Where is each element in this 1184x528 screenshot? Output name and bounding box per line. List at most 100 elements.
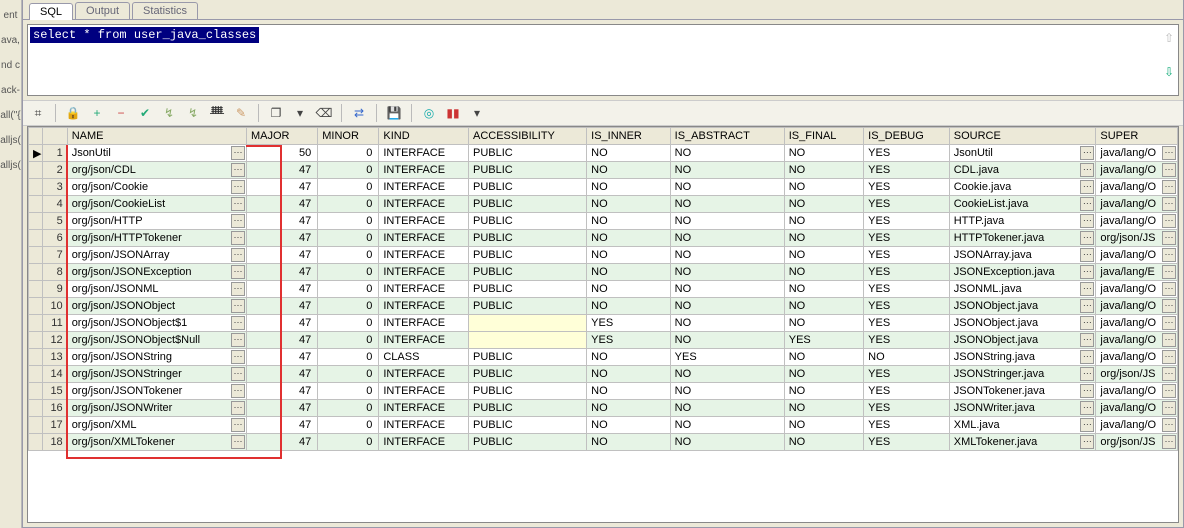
cell-is-abstract[interactable]: NO [670, 298, 784, 315]
cell-source[interactable]: JSONObject.java [949, 298, 1096, 315]
col-header-is_final[interactable]: IS_FINAL [784, 128, 863, 145]
cell-source[interactable]: JSONObject.java [949, 332, 1096, 349]
table-row[interactable]: 7org/json/JSONArray470INTERFACEPUBLICNON… [29, 247, 1178, 264]
grid-options-icon[interactable]: ⌗ [29, 104, 47, 122]
cell-source[interactable]: Cookie.java [949, 179, 1096, 196]
cell-name[interactable]: org/json/HTTPTokener [67, 230, 246, 247]
cell-source[interactable]: JSONObject.java [949, 315, 1096, 332]
cell-is-inner[interactable]: NO [587, 162, 671, 179]
cell-accessibility[interactable]: PUBLIC [468, 213, 586, 230]
cell-is-final[interactable]: NO [784, 383, 863, 400]
cell-major[interactable]: 47 [246, 196, 317, 213]
table-row[interactable]: 5org/json/HTTP470INTERFACEPUBLICNONONOYE… [29, 213, 1178, 230]
cell-source[interactable]: JSONTokener.java [949, 383, 1096, 400]
cell-source[interactable]: JSONArray.java [949, 247, 1096, 264]
save-icon[interactable]: 💾 [385, 104, 403, 122]
cell-is-inner[interactable]: NO [587, 281, 671, 298]
cell-kind[interactable]: INTERFACE [379, 196, 469, 213]
cell-minor[interactable]: 0 [318, 196, 379, 213]
cell-is-debug[interactable]: YES [864, 281, 950, 298]
cell-super[interactable]: org/json/JS [1096, 434, 1178, 451]
col-header-is_debug[interactable]: IS_DEBUG [864, 128, 950, 145]
cell-minor[interactable]: 0 [318, 230, 379, 247]
compare-icon[interactable]: ⇄ [350, 104, 368, 122]
cell-super[interactable]: java/lang/O [1096, 162, 1178, 179]
cell-is-final[interactable]: YES [784, 332, 863, 349]
cell-kind[interactable]: INTERFACE [379, 162, 469, 179]
cell-is-inner[interactable]: YES [587, 315, 671, 332]
cell-kind[interactable]: CLASS [379, 349, 469, 366]
cell-kind[interactable]: INTERFACE [379, 366, 469, 383]
cell-accessibility[interactable]: PUBLIC [468, 417, 586, 434]
cell-is-abstract[interactable]: YES [670, 349, 784, 366]
cell-source[interactable]: JSONWriter.java [949, 400, 1096, 417]
cell-is-inner[interactable]: NO [587, 400, 671, 417]
col-header-kind[interactable]: KIND [379, 128, 469, 145]
cell-name[interactable]: org/json/JSONArray [67, 247, 246, 264]
cell-minor[interactable]: 0 [318, 145, 379, 162]
cell-super[interactable]: org/json/JS [1096, 366, 1178, 383]
cell-is-inner[interactable]: NO [587, 145, 671, 162]
col-header-accessibility[interactable]: ACCESSIBILITY [468, 128, 586, 145]
cell-minor[interactable]: 0 [318, 332, 379, 349]
cell-is-final[interactable]: NO [784, 417, 863, 434]
cell-kind[interactable]: INTERFACE [379, 230, 469, 247]
cell-name[interactable]: org/json/XML [67, 417, 246, 434]
cell-minor[interactable]: 0 [318, 162, 379, 179]
cell-is-final[interactable]: NO [784, 230, 863, 247]
cell-source[interactable]: CDL.java [949, 162, 1096, 179]
add-row-icon[interactable]: + [88, 104, 106, 122]
table-row[interactable]: 9org/json/JSONML470INTERFACEPUBLICNONONO… [29, 281, 1178, 298]
cell-is-debug[interactable]: YES [864, 383, 950, 400]
sql-statement[interactable]: select * from user_java_classes [30, 27, 259, 43]
cell-source[interactable]: JSONStringer.java [949, 366, 1096, 383]
cell-source[interactable]: XMLTokener.java [949, 434, 1096, 451]
cell-is-final[interactable]: NO [784, 179, 863, 196]
cell-accessibility[interactable]: PUBLIC [468, 145, 586, 162]
cell-major[interactable]: 50 [246, 145, 317, 162]
cell-is-inner[interactable]: NO [587, 196, 671, 213]
table-row[interactable]: 8org/json/JSONException470INTERFACEPUBLI… [29, 264, 1178, 281]
cell-super[interactable]: java/lang/O [1096, 281, 1178, 298]
cell-is-debug[interactable]: YES [864, 417, 950, 434]
tab-sql[interactable]: SQL [29, 3, 73, 20]
copy-menu-icon[interactable]: ▾ [291, 104, 309, 122]
cell-name[interactable]: JsonUtil [67, 145, 246, 162]
cell-minor[interactable]: 0 [318, 213, 379, 230]
cell-is-debug[interactable]: YES [864, 213, 950, 230]
cell-accessibility[interactable]: PUBLIC [468, 281, 586, 298]
tab-output[interactable]: Output [75, 2, 130, 19]
cell-minor[interactable]: 0 [318, 315, 379, 332]
cell-super[interactable]: java/lang/O [1096, 298, 1178, 315]
cell-is-final[interactable]: NO [784, 247, 863, 264]
col-header-super[interactable]: SUPER [1096, 128, 1178, 145]
cell-name[interactable]: org/json/JSONObject$Null [67, 332, 246, 349]
cell-name[interactable]: org/json/JSONWriter [67, 400, 246, 417]
cell-is-inner[interactable]: NO [587, 298, 671, 315]
cell-is-abstract[interactable]: NO [670, 315, 784, 332]
table-row[interactable]: ▶1JsonUtil500INTERFACEPUBLICNONONOYESJso… [29, 145, 1178, 162]
cell-major[interactable]: 47 [246, 179, 317, 196]
tab-statistics[interactable]: Statistics [132, 2, 198, 19]
cell-kind[interactable]: INTERFACE [379, 213, 469, 230]
cell-source[interactable]: HTTP.java [949, 213, 1096, 230]
grid-header-row[interactable]: NAMEMAJORMINORKINDACCESSIBILITYIS_INNERI… [29, 128, 1178, 145]
cell-is-abstract[interactable]: NO [670, 162, 784, 179]
cell-is-debug[interactable]: YES [864, 196, 950, 213]
cell-is-inner[interactable]: NO [587, 366, 671, 383]
cell-accessibility[interactable]: PUBLIC [468, 196, 586, 213]
chart-menu-icon[interactable]: ▾ [468, 104, 486, 122]
copy-icon[interactable]: ❐ [267, 104, 285, 122]
cell-name[interactable]: org/json/CDL [67, 162, 246, 179]
cell-minor[interactable]: 0 [318, 247, 379, 264]
cell-is-final[interactable]: NO [784, 366, 863, 383]
cell-is-abstract[interactable]: NO [670, 196, 784, 213]
cell-super[interactable]: java/lang/O [1096, 247, 1178, 264]
cell-name[interactable]: org/json/JSONML [67, 281, 246, 298]
cell-accessibility[interactable]: PUBLIC [468, 349, 586, 366]
cell-major[interactable]: 47 [246, 247, 317, 264]
table-row[interactable]: 15org/json/JSONTokener470INTERFACEPUBLIC… [29, 383, 1178, 400]
cell-is-abstract[interactable]: NO [670, 400, 784, 417]
cell-is-abstract[interactable]: NO [670, 264, 784, 281]
cell-minor[interactable]: 0 [318, 417, 379, 434]
